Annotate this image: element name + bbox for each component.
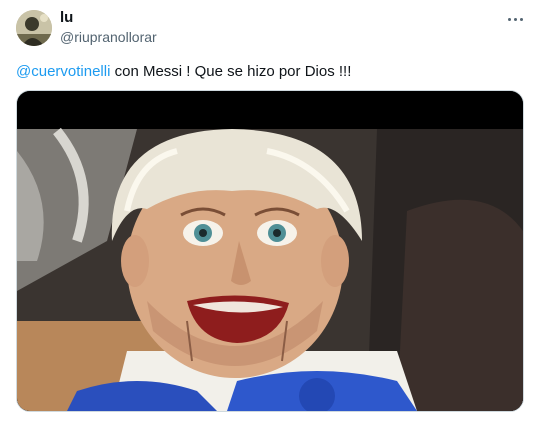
author-avatar[interactable] bbox=[16, 10, 52, 46]
avatar-image bbox=[16, 10, 52, 46]
more-dot bbox=[513, 17, 517, 21]
more-horizontal-icon bbox=[507, 17, 511, 21]
tweet-photo[interactable] bbox=[16, 90, 524, 412]
dummy-photo bbox=[17, 91, 523, 411]
tweet-text: @cuervotinelli con Messi ! Que se hizo p… bbox=[16, 62, 351, 82]
author-name[interactable]: lu bbox=[60, 9, 73, 27]
author-handle[interactable]: @riupranollorar bbox=[60, 29, 157, 46]
tweet-body: con Messi ! Que se hizo por Dios !!! bbox=[110, 63, 352, 80]
tweet-card[interactable]: lu @riupranollorar @cuervotinelli con Me… bbox=[0, 0, 540, 422]
more-dot bbox=[519, 17, 523, 21]
more-options-button[interactable] bbox=[502, 8, 528, 30]
mention-link[interactable]: @cuervotinelli bbox=[16, 63, 110, 80]
